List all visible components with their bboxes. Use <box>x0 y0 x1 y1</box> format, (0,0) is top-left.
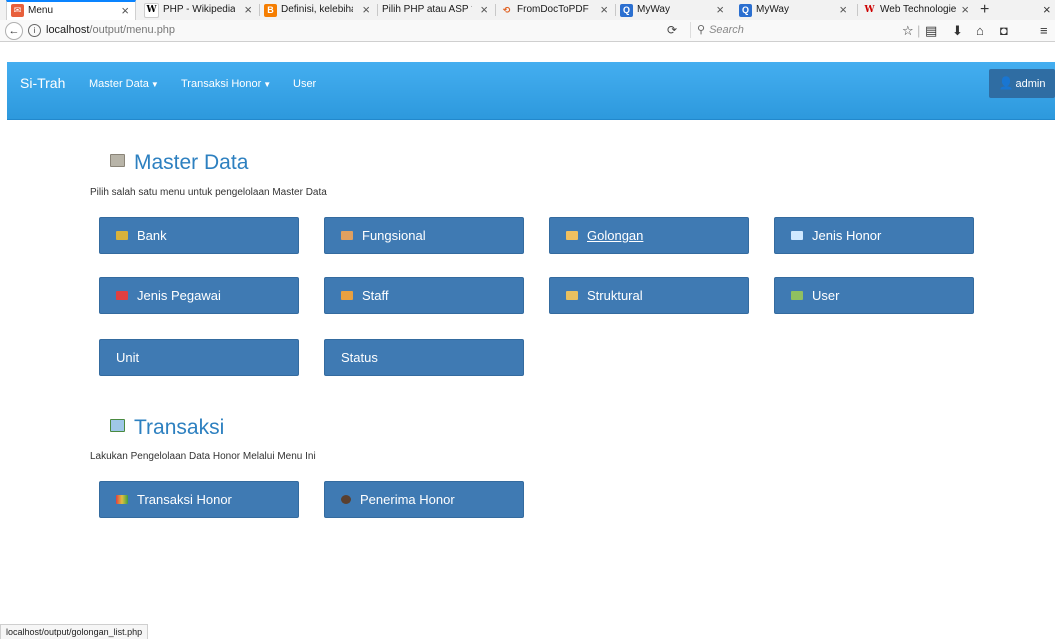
browser-tab-php-wikipedia[interactable]: W PHP - Wikipedia × <box>140 0 258 20</box>
caret-down-icon: ▼ <box>263 80 272 89</box>
browser-tab-myway-2[interactable]: Q MyWay × <box>735 0 853 20</box>
section-description: Lakukan Pengelolaan Data Honor Melalui M… <box>90 451 316 462</box>
section-description: Pilih salah satu menu untuk pengelolaan … <box>90 187 327 198</box>
tab-close-icon[interactable]: × <box>839 0 847 20</box>
tile-user[interactable]: User <box>774 277 974 314</box>
tab-separator <box>857 4 858 16</box>
nav-transaksi-honor[interactable]: Transaksi Honor ▼ <box>181 78 271 90</box>
tile-jenis-pegawai[interactable]: Jenis Pegawai <box>99 277 299 314</box>
myway-favicon-icon: Q <box>739 3 752 17</box>
key-icon <box>566 291 578 300</box>
tab-close-icon[interactable]: × <box>244 0 252 20</box>
user-icon: 👤 <box>998 76 1014 90</box>
home-icon[interactable]: ⌂ <box>976 20 984 41</box>
blogger-favicon-icon: B <box>264 3 277 17</box>
reading-list-icon[interactable]: ▤ <box>925 20 937 41</box>
cash-register-icon <box>110 419 125 432</box>
browser-tab-strip: ✉ Menu × W PHP - Wikipedia × B Definisi, ke… <box>0 0 1055 21</box>
browser-tab-fromdoctopdf[interactable]: ⟲ FromDocToPDF × <box>496 0 614 20</box>
section-title-transaksi: Transaksi <box>110 416 224 440</box>
wikipedia-favicon-icon: W <box>144 2 159 18</box>
user-card-icon <box>791 291 803 300</box>
browser-tab-web-technologies[interactable]: W Web Technologie × <box>859 0 975 20</box>
browser-tab-definisi[interactable]: BDefinisi, kelebihan × <box>260 0 376 20</box>
tab-close-icon[interactable]: × <box>362 0 370 20</box>
address-bar[interactable]: localhost/output/menu.php <box>46 20 175 41</box>
building-icon <box>110 154 125 167</box>
app-navbar: Si-Trah Master Data ▼ Transaksi Honor ▼ Us… <box>7 62 1055 120</box>
tile-unit[interactable]: Unit <box>99 339 299 376</box>
nav-user[interactable]: User <box>293 78 316 90</box>
brand-link[interactable]: Si-Trah <box>20 75 65 91</box>
myway-favicon-icon: Q <box>620 3 633 17</box>
tab-close-icon[interactable]: × <box>121 2 129 19</box>
caret-down-icon: ▼ <box>150 80 159 89</box>
tile-transaksi-honor[interactable]: Transaksi Honor <box>99 481 299 518</box>
tab-close-icon[interactable]: × <box>480 0 488 20</box>
new-tab-button[interactable]: + <box>980 0 989 20</box>
status-bar-url: localhost/output/golongan_list.php <box>0 624 149 639</box>
window-close-icon[interactable]: × <box>1043 0 1051 20</box>
tile-jenis-honor[interactable]: Jenis Honor <box>774 217 974 254</box>
tab-close-icon[interactable]: × <box>961 0 969 20</box>
hamburger-menu-icon[interactable]: ≡ <box>1040 20 1048 41</box>
tab-close-icon[interactable]: × <box>716 0 724 20</box>
mail-favicon-icon: ✉ <box>11 4 24 17</box>
section-title-master-data: Master Data <box>110 151 248 175</box>
receiver-icon <box>341 495 351 504</box>
tile-status[interactable]: Status <box>324 339 524 376</box>
search-icon: ⚲ <box>697 24 706 36</box>
reload-icon[interactable]: ⟳ <box>667 20 677 41</box>
w3-favicon-icon: W <box>864 4 875 15</box>
chart-icon <box>116 495 128 504</box>
browser-nav-bar: ← i localhost/output/menu.php ⟳ ⚲ Search … <box>0 20 1055 42</box>
people-icon <box>341 231 353 240</box>
download-icon[interactable]: ⬇ <box>952 20 963 41</box>
browser-tab-pilih-php[interactable]: Pilih PHP atau ASP ? × <box>378 0 494 20</box>
star-icon[interactable]: ☆ <box>902 20 914 41</box>
tile-staff[interactable]: Staff <box>324 277 524 314</box>
tile-fungsional[interactable]: Fungsional <box>324 217 524 254</box>
admin-user-button[interactable]: 👤 admin <box>989 69 1055 98</box>
toolbar-divider: | <box>917 23 921 38</box>
folder-icon <box>791 231 803 240</box>
search-input[interactable]: ⚲ Search <box>690 22 897 38</box>
tile-golongan[interactable]: Golongan <box>549 217 749 254</box>
pocket-icon[interactable]: ◘ <box>1000 20 1008 41</box>
browser-tab-menu[interactable]: ✉ Menu × <box>6 0 136 20</box>
tile-penerima-honor[interactable]: Penerima Honor <box>324 481 524 518</box>
person-icon <box>566 231 578 240</box>
browser-tab-myway-1[interactable]: Q MyWay × <box>616 0 730 20</box>
info-icon[interactable]: i <box>28 24 41 37</box>
tab-close-icon[interactable]: × <box>600 0 608 20</box>
envelope-icon <box>116 291 128 300</box>
fromdoctopdf-favicon-icon: ⟲ <box>502 4 511 15</box>
staff-icon <box>341 291 353 300</box>
back-arrow-icon[interactable]: ← <box>5 22 23 40</box>
nav-master-data[interactable]: Master Data ▼ <box>89 78 159 90</box>
tile-bank[interactable]: Bank <box>99 217 299 254</box>
tile-struktural[interactable]: Struktural <box>549 277 749 314</box>
bank-icon <box>116 231 128 240</box>
